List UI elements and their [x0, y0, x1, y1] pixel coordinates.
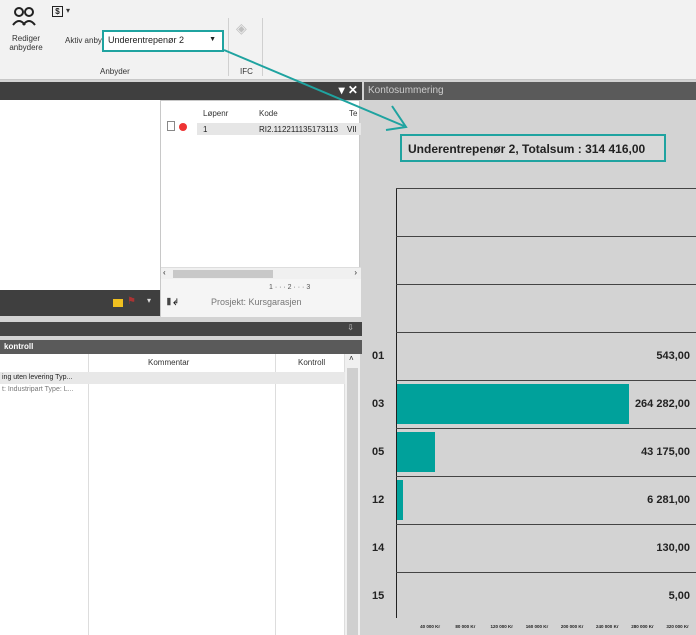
active-bidder-value: Underentrepenør 2: [108, 35, 185, 45]
project-label: Prosjekt: Kursgarasjen: [211, 297, 302, 307]
chart-gridline: [396, 476, 696, 477]
kontosummering-header: Kontosummering: [364, 82, 696, 100]
status-dot-icon: [179, 123, 187, 131]
chevron-down-icon: ▼: [209, 36, 216, 43]
chevron-up-icon[interactable]: ˄: [349, 354, 354, 363]
group-label-ifc: IFC: [240, 67, 253, 76]
chart-category-label: 12: [372, 494, 385, 506]
column-divider: [88, 354, 89, 635]
horizontal-scrollbar[interactable]: ‹ ›: [161, 267, 361, 279]
chart-gridline: [396, 188, 696, 189]
flag-icon[interactable]: ⚑: [127, 296, 136, 307]
cell-te: VII: [347, 125, 357, 134]
chart-category-label: 05: [372, 446, 385, 458]
chart-value-label: 264 282,00: [634, 398, 690, 410]
lower-panel-title: kontroll: [0, 340, 362, 354]
kontosummering-panel: Underentrepenør 2, Totalsum : 314 416,00…: [364, 100, 696, 635]
chart-gridline: [396, 572, 696, 573]
grid-header-lopenr[interactable]: Løpenr: [203, 109, 228, 118]
chart-value-label: 543,00: [656, 350, 690, 362]
document-icon[interactable]: [167, 121, 175, 131]
chart-value-label: 6 281,00: [647, 494, 690, 506]
chart-x-tick-label: 200 000 Kr: [560, 624, 584, 629]
group-label-anbyder: Anbyder: [100, 67, 130, 76]
ribbon-separator: [228, 18, 229, 76]
chart-title: Underentrepenør 2, Totalsum : 314 416,00: [400, 134, 666, 162]
chart-category-label: 01: [372, 350, 385, 362]
toolbar-dark: ⚑ ▾: [0, 290, 160, 316]
chevron-down-icon[interactable]: ▾: [66, 6, 70, 15]
chart-bar[interactable]: [397, 480, 403, 520]
chart-x-tick-label: 160 000 Kr: [525, 624, 549, 629]
currency-icon[interactable]: $: [52, 6, 63, 17]
chart-bar[interactable]: [397, 384, 630, 424]
layout-icon[interactable]: ⫴ ↲: [167, 297, 180, 308]
chart-x-tick-label: 40 000 Kr: [420, 624, 441, 629]
folder-icon[interactable]: [113, 299, 123, 307]
column-header-kontroll[interactable]: Kontroll: [298, 358, 325, 367]
ifc-icon[interactable]: ◈: [236, 20, 254, 38]
cell-lopenr: 1: [203, 125, 208, 134]
table-row[interactable]: 1 RI2.112211135173113 VII: [197, 123, 361, 135]
chart-gridline: [396, 524, 696, 525]
table-row[interactable]: ing uten levering Typ...: [0, 372, 345, 384]
chart-category-label: 03: [372, 398, 385, 410]
users-icon[interactable]: [12, 6, 36, 28]
chevron-right-icon[interactable]: ›: [354, 268, 357, 277]
lower-panel-header: ⇩: [0, 322, 362, 336]
scrollbar-thumb[interactable]: [347, 368, 358, 635]
ribbon-separator: [262, 18, 263, 76]
chart-x-tick-label: 80 000 Kr: [455, 624, 476, 629]
close-icon[interactable]: ▾ ✕: [339, 83, 358, 97]
chart-category-label: 15: [372, 590, 385, 602]
chart-gridline: [396, 236, 696, 237]
chevron-left-icon[interactable]: ‹: [163, 268, 166, 277]
chart-x-tick-label: 320 000 Kr: [666, 624, 689, 629]
cell-kode: RI2.112211135173113: [259, 125, 339, 134]
grid-header-kode[interactable]: Kode: [259, 109, 278, 118]
grid-header-te[interactable]: Te: [349, 109, 357, 118]
chart-x-tick-label: 240 000 Kr: [596, 624, 619, 629]
active-bidder-select[interactable]: Underentrepenør 2 ▼: [102, 30, 224, 52]
chart-value-label: 5,00: [668, 590, 690, 602]
chart-gridline: [396, 332, 696, 333]
scrollbar-thumb[interactable]: [173, 270, 273, 278]
control-table: Kommentar Kontroll ing uten levering Typ…: [0, 354, 360, 635]
chart-gridline: [396, 284, 696, 285]
chart-x-tick-label: 120 000 Kr: [490, 624, 514, 629]
chart-bar[interactable]: [397, 432, 435, 472]
ruler: 1 · · · 2 · · · 3: [269, 284, 311, 291]
column-header-kommentar[interactable]: Kommentar: [148, 358, 189, 367]
column-divider: [275, 354, 276, 635]
grid-footer: 1 · · · 2 · · · 3 ⫴ ↲ Prosjekt: Kursgara…: [161, 279, 361, 317]
chart-value-label: 43 175,00: [641, 446, 690, 458]
pin-icon[interactable]: ⇩: [347, 323, 354, 332]
chart-category-label: 14: [372, 542, 385, 554]
edit-bidders-button[interactable]: Rediger anbydere: [6, 34, 46, 52]
chevron-down-icon[interactable]: ▾: [147, 296, 151, 305]
chart-gridline: [396, 428, 696, 429]
ribbon: Rediger anbydere $ ▾ Aktiv anbyder Under…: [0, 0, 696, 80]
chart-gridline: [396, 380, 696, 381]
account-summary-chart: 01 543,00 03 264 282,00 05 43 175,00 12 6 281,0…: [364, 188, 696, 635]
left-panel-body: [0, 100, 160, 290]
left-panel-header: ▾ ✕: [0, 82, 362, 100]
chart-value-label: 130,00: [656, 542, 690, 554]
table-row[interactable]: t: Industripart Type: L...: [0, 384, 345, 396]
vertical-scrollbar[interactable]: ˄: [345, 354, 360, 635]
item-grid: Løpenr Kode Te 1 RI2.112211135173113 VII…: [160, 100, 361, 317]
chart-x-tick-label: 280 000 Kr: [631, 624, 654, 629]
app-window: Rediger anbydere $ ▾ Aktiv anbyder Under…: [0, 0, 696, 635]
